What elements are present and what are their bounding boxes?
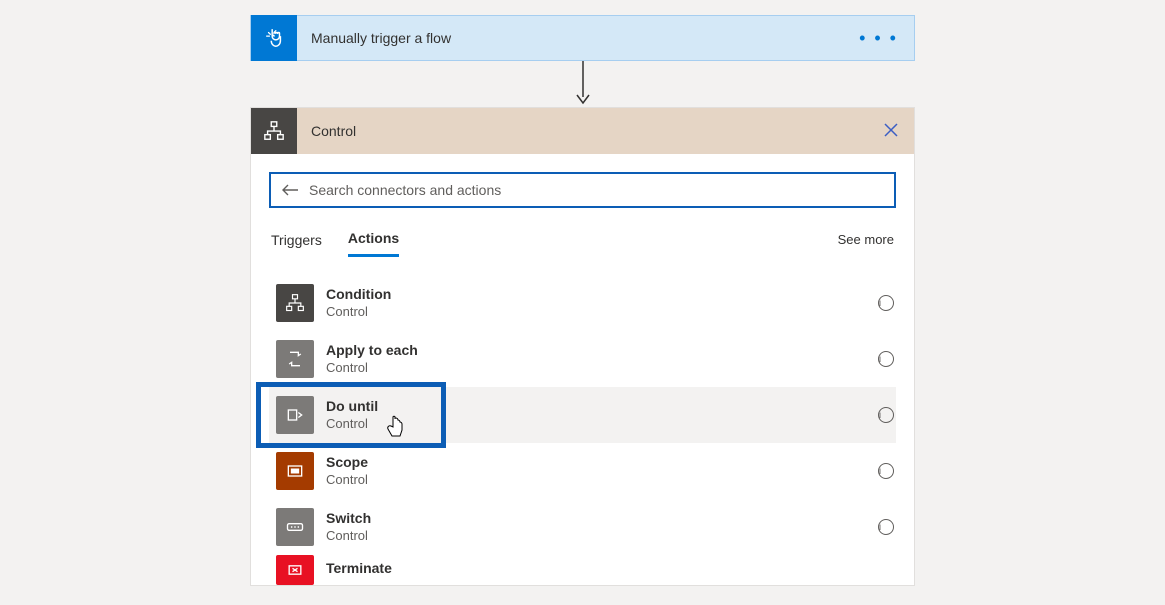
manual-trigger-icon [251,15,297,61]
action-name: Scope [326,453,368,471]
info-icon[interactable]: i [878,407,894,423]
action-apply-to-each[interactable]: Apply to each Control i [269,331,896,387]
action-sub: Control [326,304,391,321]
action-sub: Control [326,360,418,377]
switch-icon [276,508,314,546]
do-until-icon [276,396,314,434]
action-do-until[interactable]: Do until Control i [269,387,896,443]
action-name: Apply to each [326,341,418,359]
apply-each-icon [276,340,314,378]
action-sub: Control [326,416,378,433]
trigger-title: Manually trigger a flow [297,30,451,46]
info-icon[interactable]: i [878,351,894,367]
flow-arrow [573,61,593,107]
action-condition[interactable]: Condition Control i [269,275,896,331]
info-icon[interactable]: i [878,519,894,535]
action-name: Do until [326,397,378,415]
terminate-icon [276,555,314,585]
back-arrow-icon[interactable] [281,183,299,197]
condition-icon [276,284,314,322]
panel-body: Triggers Actions See more Condition Cont… [251,154,914,585]
search-box[interactable] [269,172,896,208]
info-icon[interactable]: i [878,295,894,311]
action-name: Switch [326,509,371,527]
see-more-link[interactable]: See more [838,232,894,247]
cursor-icon [386,415,406,439]
action-list: Condition Control i Apply to each Contro… [269,275,896,585]
tab-actions[interactable]: Actions [348,222,399,257]
trigger-menu-icon[interactable]: • • • [859,28,914,49]
scope-icon [276,452,314,490]
action-scope[interactable]: Scope Control i [269,443,896,499]
action-name: Terminate [326,559,392,577]
control-title: Control [297,123,356,139]
control-icon [251,108,297,154]
search-input[interactable] [309,182,884,198]
action-name: Condition [326,285,391,303]
tabs-row: Triggers Actions See more [269,222,896,257]
control-panel: Control Triggers Actions See more [250,107,915,586]
trigger-card[interactable]: Manually trigger a flow • • • [250,15,915,61]
info-icon[interactable]: i [878,463,894,479]
action-sub: Control [326,528,371,545]
action-switch[interactable]: Switch Control i [269,499,896,555]
action-terminate[interactable]: Terminate [269,555,896,585]
control-header[interactable]: Control [251,108,914,154]
tab-triggers[interactable]: Triggers [271,224,322,256]
action-sub: Control [326,472,368,489]
close-icon[interactable] [884,123,914,140]
